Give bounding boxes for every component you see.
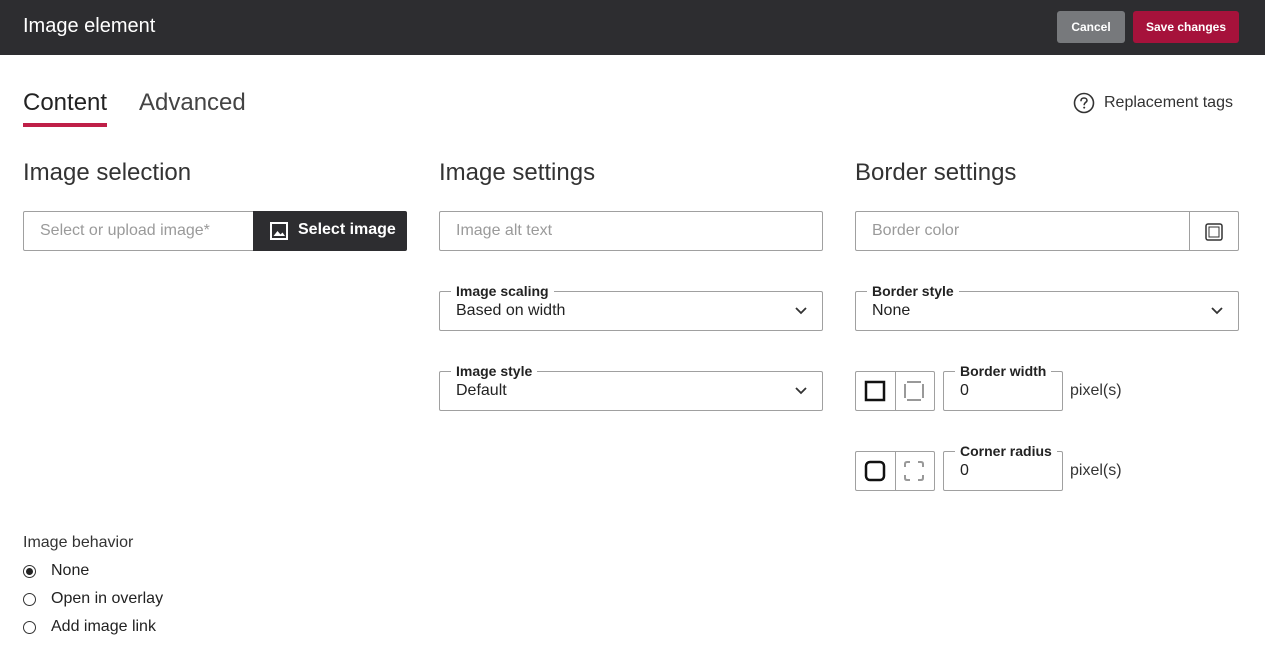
image-scaling-select[interactable]: Image scaling Based on width [439,283,823,331]
behavior-option-label: Add image link [51,618,156,635]
image-scaling-label: Image scaling [451,283,554,299]
image-behavior-label: Image behavior [23,534,134,551]
corner-radius-unit: pixel(s) [1070,462,1122,479]
image-alt-text-input[interactable]: Image alt text [439,211,823,251]
border-style-select[interactable]: Border style None [855,283,1239,331]
color-swatch-icon [1205,223,1223,241]
image-settings-title: Image settings [439,159,596,186]
image-select-placeholder: Select or upload image* [40,222,210,239]
image-alt-text-placeholder: Image alt text [456,222,553,239]
border-width-input[interactable]: Border width 0 [943,363,1063,411]
border-width-value: 0 [960,382,969,399]
image-style-label: Image style [451,363,538,379]
border-individual-sides-toggle[interactable] [895,372,934,410]
radio-button-checked[interactable] [23,565,36,578]
border-individual-icon [904,381,924,401]
border-all-icon [864,380,886,402]
image-style-select[interactable]: Image style Default [439,363,823,411]
corner-radius-input[interactable]: Corner radius 0 [943,443,1063,491]
border-width-unit: pixel(s) [1070,382,1122,399]
image-scaling-value: Based on width [456,302,566,319]
border-width-label: Border width [955,363,1052,379]
border-settings-title: Border settings [855,159,1017,186]
chevron-down-icon [1211,307,1223,315]
save-changes-button[interactable]: Save changes [1133,11,1239,43]
image-style-value: Default [456,382,507,399]
radius-all-corners-toggle[interactable] [856,452,896,490]
radius-mode-toggle [855,451,935,491]
active-tab-indicator [23,123,107,127]
select-image-button[interactable]: Select image [253,211,407,251]
border-style-value: None [872,302,911,319]
image-select-input[interactable]: Select or upload image* [23,211,254,251]
image-selection-title: Image selection [23,159,192,186]
chevron-down-icon [795,387,807,395]
tab-content[interactable]: Content [23,89,107,117]
radius-individual-corners-toggle[interactable] [895,452,934,490]
border-mode-toggle [855,371,935,411]
header-bar: Image element Cancel Save changes [0,0,1265,55]
cancel-button[interactable]: Cancel [1057,11,1125,43]
radio-button[interactable] [23,621,36,634]
behavior-option-label: Open in overlay [51,590,164,607]
replacement-tags-label: Replacement tags [1104,94,1233,111]
corner-radius-individual-icon [904,461,924,481]
corner-radius-all-icon [864,460,886,482]
border-color-input[interactable]: Border color [855,211,1190,251]
border-style-label: Border style [867,283,959,299]
select-image-label: Select image [298,221,396,238]
help-circle-icon [1073,92,1095,114]
corner-radius-label: Corner radius [955,443,1057,459]
dialog-title: Image element [23,15,156,37]
chevron-down-icon [795,307,807,315]
border-color-placeholder: Border color [872,222,960,239]
image-icon [270,222,288,240]
tab-advanced[interactable]: Advanced [139,89,246,117]
border-color-picker-button[interactable] [1189,211,1239,251]
radio-button[interactable] [23,593,36,606]
behavior-option-label: None [51,562,90,579]
corner-radius-value: 0 [960,462,969,479]
border-all-sides-toggle[interactable] [856,372,896,410]
